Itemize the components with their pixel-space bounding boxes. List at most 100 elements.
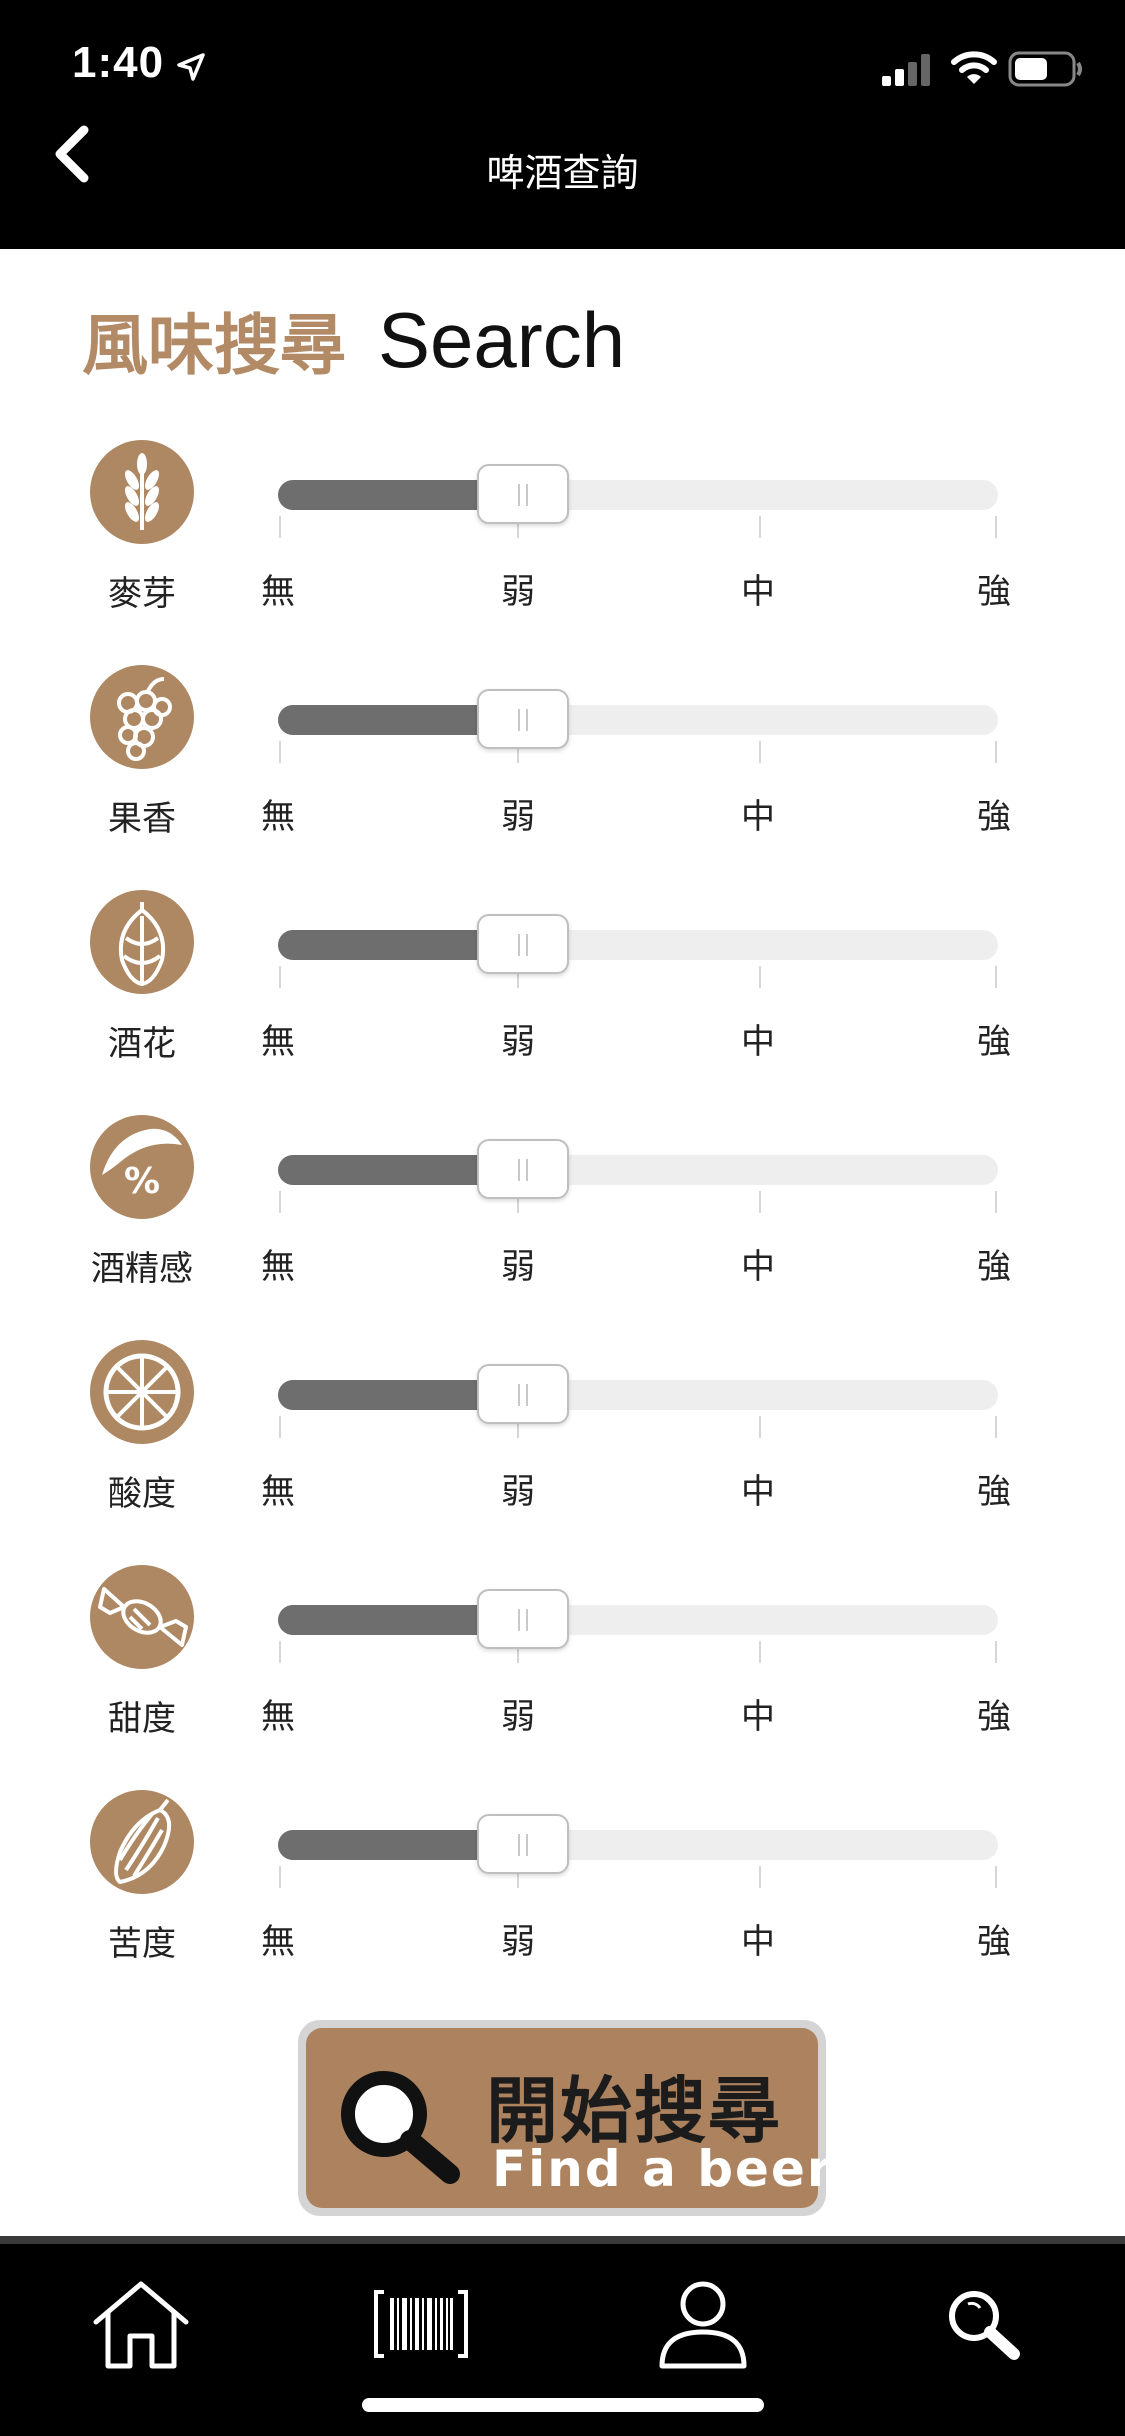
slider-tick — [279, 966, 281, 988]
flavor-row: 酒花 無 弱 中 強 — [0, 890, 1125, 1090]
status-time: 1:40 — [72, 38, 165, 87]
slider-tick — [995, 516, 997, 538]
flavor-row: 果香 無 弱 中 強 — [0, 665, 1125, 865]
scale-label: 中 — [741, 797, 775, 837]
scale-label: 弱 — [501, 1472, 535, 1512]
tab-profile[interactable] — [648, 2274, 758, 2374]
flavor-slider-track[interactable] — [278, 1155, 998, 1185]
wheat-icon — [90, 440, 194, 544]
scale-label: 弱 — [501, 1697, 535, 1737]
flavor-slider-track[interactable] — [278, 1830, 998, 1860]
scale-label: 強 — [977, 1922, 1011, 1962]
magnifier-icon — [341, 2071, 460, 2184]
scale-label: 無 — [261, 1022, 295, 1062]
heading-zh: 風味搜尋 — [82, 307, 346, 384]
flavor-slider-thumb[interactable] — [477, 1589, 569, 1649]
grape-icon — [90, 665, 194, 769]
profile-icon — [659, 2281, 747, 2369]
scale-label: 強 — [977, 1472, 1011, 1512]
slider-tick — [279, 516, 281, 538]
scale-label: 中 — [741, 1472, 775, 1512]
citrus-icon — [90, 1340, 194, 1444]
slider-tick — [279, 1191, 281, 1213]
flavor-label: 甜度 — [108, 1699, 176, 1739]
flavor-slider-track[interactable] — [278, 1605, 998, 1635]
flavor-label: 麥芽 — [108, 574, 176, 614]
tab-barcode[interactable] — [366, 2274, 476, 2374]
slider-tick — [995, 741, 997, 763]
slider-tick — [995, 1191, 997, 1213]
slider-tick — [759, 966, 761, 988]
flavor-slider-thumb[interactable] — [477, 1139, 569, 1199]
home-indicator — [362, 2398, 764, 2412]
slider-tick — [759, 1191, 761, 1213]
slider-tick — [279, 1416, 281, 1438]
flavor-slider-thumb[interactable] — [477, 1364, 569, 1424]
scale-label: 強 — [977, 572, 1011, 612]
slider-tick — [759, 1866, 761, 1888]
barcode-icon — [374, 2290, 468, 2358]
scale-label: 強 — [977, 1022, 1011, 1062]
scale-label: 中 — [741, 1922, 775, 1962]
scale-label: 無 — [261, 1697, 295, 1737]
tab-search[interactable] — [928, 2274, 1038, 2374]
flavor-row: 酸度 無 弱 中 強 — [0, 1340, 1125, 1540]
scale-label: 弱 — [501, 797, 535, 837]
find-beer-label-en: Find a beer — [492, 2140, 834, 2198]
scale-label: 強 — [977, 1247, 1011, 1287]
scale-label: 強 — [977, 797, 1011, 837]
scale-label: 無 — [261, 797, 295, 837]
scale-label: 無 — [261, 1247, 295, 1287]
nav-title: 啤酒查詢 — [486, 151, 639, 195]
slider-tick — [279, 741, 281, 763]
percent-icon: % — [90, 1115, 194, 1219]
scale-label: 弱 — [501, 1922, 535, 1962]
hop-icon — [90, 890, 194, 994]
flavor-slider-track[interactable] — [278, 480, 998, 510]
flavor-label: 酒花 — [108, 1024, 176, 1064]
scale-label: 無 — [261, 1472, 295, 1512]
slider-tick — [995, 1866, 997, 1888]
slider-tick — [759, 741, 761, 763]
scale-label: 中 — [741, 1247, 775, 1287]
flavor-row: 麥芽 無 弱 中 強 — [0, 440, 1125, 640]
flavor-label: 酸度 — [108, 1474, 176, 1514]
flavor-slider-thumb[interactable] — [477, 914, 569, 974]
flavor-label: 酒精感 — [91, 1249, 193, 1289]
location-arrow-icon — [177, 53, 205, 81]
flavor-row: % 酒精感 無 弱 中 強 — [0, 1115, 1125, 1315]
tab-home[interactable] — [86, 2274, 196, 2374]
scale-label: 中 — [741, 1022, 775, 1062]
bitter-melon-icon — [90, 1790, 194, 1894]
slider-tick — [759, 1641, 761, 1663]
cellular-signal-icon — [882, 54, 930, 86]
candy-icon — [90, 1565, 194, 1669]
top-bar: 1:40 啤酒查詢 — [0, 0, 1125, 249]
wifi-icon — [951, 51, 997, 84]
scale-label: 弱 — [501, 572, 535, 612]
flavor-row: 甜度 無 弱 中 強 — [0, 1565, 1125, 1765]
scale-label: 弱 — [501, 1247, 535, 1287]
slider-tick — [995, 1416, 997, 1438]
slider-tick — [279, 1641, 281, 1663]
flavor-slider-track[interactable] — [278, 1380, 998, 1410]
slider-tick — [759, 1416, 761, 1438]
scale-label: 中 — [741, 572, 775, 612]
scale-label: 強 — [977, 1697, 1011, 1737]
scale-label: 弱 — [501, 1022, 535, 1062]
heading-en: Search — [378, 295, 626, 384]
scale-label: 無 — [261, 572, 295, 612]
scale-label: 無 — [261, 1922, 295, 1962]
flavor-slider-thumb[interactable] — [477, 689, 569, 749]
flavor-label: 苦度 — [108, 1924, 176, 1964]
slider-tick — [279, 1866, 281, 1888]
flavor-slider-track[interactable] — [278, 930, 998, 960]
flavor-slider-track[interactable] — [278, 705, 998, 735]
home-icon — [93, 2281, 189, 2369]
search-icon — [949, 2291, 1020, 2360]
flavor-slider-thumb[interactable] — [477, 1814, 569, 1874]
flavor-row: 苦度 無 弱 中 強 — [0, 1790, 1125, 1990]
slider-tick — [995, 966, 997, 988]
flavor-slider-thumb[interactable] — [477, 464, 569, 524]
find-beer-button[interactable]: 開始搜尋 Find a beer — [298, 2020, 832, 2216]
